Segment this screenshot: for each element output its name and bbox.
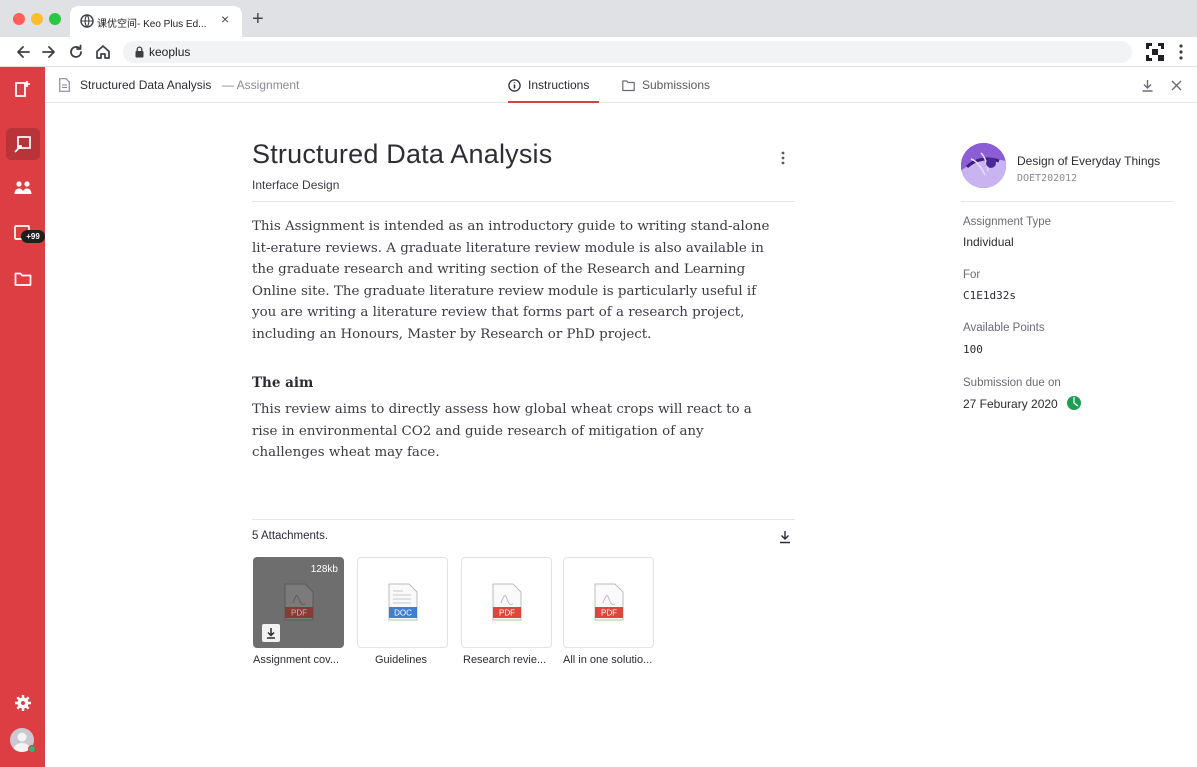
- add-document-icon: [15, 81, 30, 97]
- due-date-value: 27 Feburary 2020: [963, 397, 1058, 411]
- pdf-file-icon: PDF: [594, 583, 624, 621]
- close-tab-icon[interactable]: ×: [221, 12, 229, 26]
- browser-titlebar: 课优空间- Keo Plus Ed... × +: [0, 0, 1197, 37]
- divider: [252, 201, 795, 202]
- available-points-label: Available Points: [963, 322, 1045, 334]
- folder-icon: [622, 80, 635, 92]
- assignment-type-label: Assignment Type: [963, 216, 1052, 228]
- file-type-label: PDF: [291, 609, 307, 618]
- info-icon: [508, 79, 521, 92]
- assignment-icon: [14, 136, 31, 153]
- attachment-name: All in one solutio...: [563, 654, 653, 666]
- address-bar[interactable]: keoplus: [123, 41, 1132, 63]
- sidebar-item-people[interactable]: [6, 172, 40, 204]
- gear-icon: [15, 695, 31, 711]
- status-indicator-icon: [1067, 396, 1081, 410]
- new-tab-icon[interactable]: +: [252, 9, 264, 29]
- for-label: For: [963, 269, 981, 281]
- due-date-label: Submission due on: [963, 377, 1061, 389]
- attachment-name: Assignment cov...: [253, 654, 339, 666]
- download-all-icon[interactable]: [779, 530, 791, 544]
- sidebar-item-create[interactable]: [6, 73, 40, 105]
- course-avatar[interactable]: [961, 143, 1006, 188]
- attachment-name: Research revie...: [463, 654, 547, 666]
- course-logo-icon: [961, 143, 1006, 188]
- back-arrow-icon[interactable]: [14, 43, 32, 61]
- people-icon: [14, 181, 32, 194]
- sidebar-item-assignments[interactable]: [6, 128, 40, 160]
- attachments-title: 5 Attachments.: [252, 530, 329, 542]
- sidebar-item-files[interactable]: [6, 263, 40, 295]
- file-type-label: PDF: [601, 609, 617, 618]
- download-icon: [267, 628, 275, 639]
- divider: [252, 519, 795, 520]
- header-subtitle: — Assignment: [222, 78, 300, 92]
- browser-menu-icon[interactable]: [1178, 43, 1184, 61]
- assignment-type-value: Individual: [963, 235, 1014, 249]
- intro-paragraph: This Assignment is intended as an introd…: [252, 219, 770, 342]
- more-options-icon[interactable]: [780, 150, 786, 166]
- divider: [961, 201, 1174, 202]
- pdf-file-icon: PDF: [492, 583, 522, 621]
- course-subtitle: Interface Design: [252, 178, 340, 192]
- lock-icon: [135, 46, 144, 58]
- notification-badge: +99: [21, 230, 45, 243]
- attachment-card[interactable]: PDF: [461, 557, 552, 648]
- attachment-card[interactable]: DOC: [357, 557, 448, 648]
- globe-icon: [80, 14, 94, 28]
- doc-file-icon: DOC: [388, 583, 418, 621]
- minimize-window-button[interactable]: [31, 13, 43, 25]
- file-type-label: DOC: [394, 609, 412, 618]
- for-value: C1E1d32s: [963, 289, 1016, 302]
- header-title: Structured Data Analysis: [80, 78, 212, 92]
- forward-arrow-icon[interactable]: [40, 43, 58, 61]
- tab-submissions-label: Submissions: [642, 78, 711, 92]
- document-icon: [59, 78, 70, 92]
- file-type-label: PDF: [499, 609, 515, 618]
- home-icon[interactable]: [94, 43, 112, 61]
- aim-heading: The aim: [252, 375, 314, 391]
- tab-instructions[interactable]: Instructions: [508, 67, 599, 103]
- available-points-value: 100: [963, 343, 983, 356]
- app-sidebar: +99: [0, 67, 45, 767]
- file-size: 128kb: [310, 564, 338, 575]
- tab-title: 课优空间- Keo Plus Ed...: [97, 19, 207, 30]
- content-header: Structured Data Analysis — Assignment In…: [45, 67, 1197, 103]
- sidebar-item-settings[interactable]: [6, 687, 40, 719]
- course-name[interactable]: Design of Everyday Things: [1017, 154, 1160, 168]
- extension-icon[interactable]: [1146, 43, 1164, 61]
- download-icon[interactable]: [1141, 79, 1154, 92]
- page-title: Structured Data Analysis: [252, 139, 553, 169]
- attachment-card[interactable]: PDF: [563, 557, 654, 648]
- url-text: keoplus: [149, 45, 191, 59]
- close-window-button[interactable]: [13, 13, 25, 25]
- tab-instructions-label: Instructions: [528, 78, 590, 92]
- browser-toolbar: keoplus: [0, 37, 1197, 67]
- folder-icon: [14, 272, 32, 286]
- maximize-window-button[interactable]: [49, 13, 61, 25]
- attachment-name: Guidelines: [375, 654, 427, 666]
- course-code: DOET202012: [1017, 173, 1078, 184]
- close-icon[interactable]: [1170, 79, 1183, 92]
- download-button[interactable]: [262, 624, 280, 642]
- attachment-card[interactable]: 128kb PDF: [253, 557, 344, 648]
- online-status-dot: [28, 745, 36, 753]
- pdf-file-icon: PDF: [284, 583, 314, 621]
- browser-tab[interactable]: 课优空间- Keo Plus Ed... ×: [70, 6, 242, 37]
- reload-icon[interactable]: [67, 43, 85, 61]
- aim-paragraph: This review aims to directly assess how …: [252, 402, 752, 461]
- tab-submissions[interactable]: Submissions: [622, 67, 722, 103]
